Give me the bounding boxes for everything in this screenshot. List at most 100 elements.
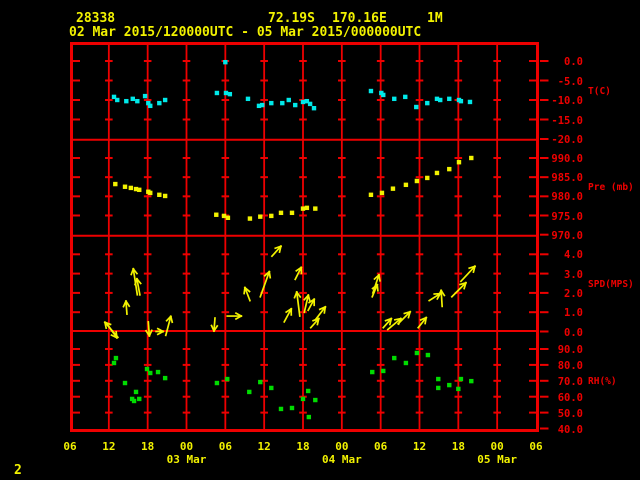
x-axis-hour-label: 12 xyxy=(257,440,271,453)
relative_humidity-data-point xyxy=(370,369,375,375)
panel-unit-label-temperature: T(C) xyxy=(588,85,611,97)
relative_humidity-data-point xyxy=(306,414,312,420)
pressure-data-point xyxy=(122,184,128,189)
relative_humidity-data-point xyxy=(247,389,252,395)
y-axis-tick-label: 970.0 xyxy=(551,229,583,242)
relative_humidity-data-point xyxy=(313,397,318,403)
pressure-data-point xyxy=(434,170,440,176)
relative_humidity-data-point xyxy=(403,360,409,366)
temperature-data-point xyxy=(115,97,120,103)
wind-arrow xyxy=(314,305,327,322)
wind-arrow xyxy=(270,245,283,258)
relative_humidity-data-point xyxy=(305,388,311,394)
temperature-data-point xyxy=(227,91,233,97)
x-axis-date-label: 03 Mar xyxy=(166,453,207,466)
temperature-data-point xyxy=(458,98,464,104)
relative_humidity-data-point xyxy=(111,360,117,366)
relative_humidity-data-point xyxy=(214,380,220,386)
temperature-data-point xyxy=(467,99,473,105)
wind-arrow xyxy=(122,299,131,316)
temperature-data-point xyxy=(130,96,135,102)
temperature-data-point xyxy=(269,100,274,106)
pressure-data-point xyxy=(214,212,219,217)
relative_humidity-data-point xyxy=(258,379,263,385)
y-axis-tick-label: 4.0 xyxy=(564,249,583,262)
pressure-data-point xyxy=(258,214,263,219)
y-axis-tick-label: 2.0 xyxy=(564,287,583,300)
x-axis-hour-label: 00 xyxy=(335,440,349,453)
temperature-data-point xyxy=(307,101,313,107)
temperature-data-point xyxy=(245,96,251,102)
temperature-data-point xyxy=(403,94,408,100)
pressure-data-point xyxy=(313,206,318,211)
x-axis-hour-label: 18 xyxy=(141,440,155,453)
pressure-data-point xyxy=(247,216,253,221)
temperature-data-point xyxy=(425,100,430,106)
pressure-data-point xyxy=(278,210,284,216)
y-axis-tick-label: 3.0 xyxy=(564,268,583,281)
x-axis-date-label: 04 Mar xyxy=(321,453,362,466)
x-axis-hour-label: 18 xyxy=(296,440,310,453)
relative_humidity-data-point xyxy=(155,369,161,375)
relative_humidity-data-point xyxy=(289,405,295,411)
relative_humidity-data-point xyxy=(469,378,474,384)
wind-arrow xyxy=(283,307,293,324)
page-number: 2 xyxy=(14,463,22,478)
y-axis-tick-label: -20.0 xyxy=(551,134,583,146)
x-axis-hour-label: 12 xyxy=(412,440,427,453)
relative_humidity-data-point xyxy=(456,386,461,392)
relative_humidity-data-point xyxy=(131,398,137,404)
temperature-data-point xyxy=(414,104,419,110)
pressure-data-point xyxy=(128,185,134,191)
temperature-data-point xyxy=(214,90,220,96)
temperature-data-point xyxy=(280,100,285,106)
temperature-data-point xyxy=(223,90,229,96)
pressure-data-point xyxy=(225,215,231,221)
y-axis-tick-label: 990.0 xyxy=(551,153,583,165)
relative_humidity-data-point xyxy=(162,375,168,381)
pressure-data-point xyxy=(162,193,168,199)
y-axis-tick-label: -5.0 xyxy=(557,75,583,88)
relative_humidity-data-point xyxy=(133,389,139,395)
pressure-data-point xyxy=(390,186,396,191)
relative_humidity-data-point xyxy=(137,396,142,402)
relative_humidity-data-point xyxy=(148,370,153,376)
temperature-data-point xyxy=(124,98,129,104)
y-axis-tick-label: -10.0 xyxy=(551,95,583,107)
temperature-data-point xyxy=(311,105,317,111)
relative_humidity-data-point xyxy=(278,406,284,412)
temperature-data-point xyxy=(381,92,386,98)
temperature-data-point xyxy=(392,96,397,102)
pressure-data-point xyxy=(425,175,430,181)
relative_humidity-data-point xyxy=(225,376,230,382)
pressure-data-point xyxy=(447,166,452,172)
relative_humidity-data-point xyxy=(447,382,452,388)
wind-arrow xyxy=(210,317,219,333)
relative_humidity-data-point xyxy=(381,368,386,374)
pressure-data-point xyxy=(469,155,474,161)
panel-unit-label-wind_speed: SPD(MPS) xyxy=(588,278,634,290)
y-axis-tick-label: 80.0 xyxy=(557,359,583,372)
relative_humidity-data-point xyxy=(392,355,397,361)
pressure-data-point xyxy=(289,210,295,216)
temperature-data-point xyxy=(300,99,306,105)
y-axis-tick-label: 0.0 xyxy=(564,56,583,68)
relative_humidity-data-point xyxy=(436,376,441,382)
wind-arrow xyxy=(226,312,243,321)
temperature-data-point xyxy=(162,97,168,103)
wind-arrow xyxy=(293,290,302,318)
wind-arrow xyxy=(371,273,381,294)
temperature-data-point xyxy=(135,98,140,104)
temperature-data-point xyxy=(148,103,153,109)
y-axis-tick-label: 40.0 xyxy=(557,423,583,436)
y-axis-tick-label: 60.0 xyxy=(557,391,583,404)
pressure-data-point xyxy=(368,192,374,198)
pressure-data-point xyxy=(269,213,274,219)
x-axis-hour-label: 06 xyxy=(529,440,543,453)
x-axis-hour-label: 18 xyxy=(451,440,465,453)
y-axis-tick-label: -15.0 xyxy=(551,114,583,127)
pressure-data-point xyxy=(113,181,118,187)
relative_humidity-data-point xyxy=(300,396,306,402)
temperature-data-point xyxy=(260,102,265,108)
relative_humidity-data-point xyxy=(269,385,274,391)
